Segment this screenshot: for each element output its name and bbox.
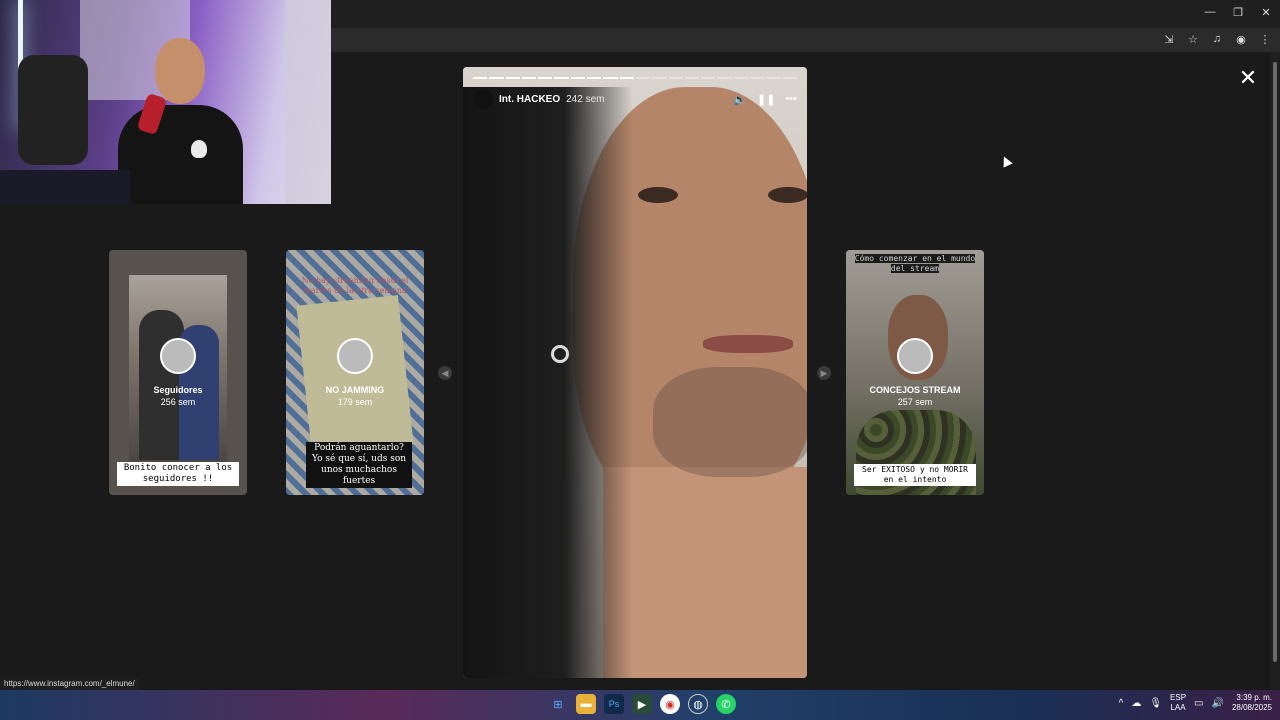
story-card-caption: Ser EXITOSO y no MORIR en el intento bbox=[854, 464, 976, 486]
desk bbox=[0, 170, 130, 204]
story-card-name: Seguidores bbox=[153, 385, 203, 395]
taskbar-clock[interactable]: 3:39 p. m. 28/08/2025 bbox=[1232, 693, 1272, 713]
progress-segment bbox=[570, 77, 586, 79]
story-card-age: 256 sem bbox=[160, 397, 196, 407]
person-beard bbox=[653, 367, 807, 477]
system-tray: ^ ☁ 🎙 ESP LAA ▭ 🔊 3:39 p. m. 28/08/2025 bbox=[1119, 693, 1272, 713]
person-hair bbox=[463, 87, 633, 678]
person-neck bbox=[603, 467, 807, 678]
progress-segment bbox=[635, 77, 651, 79]
close-stories-button[interactable]: ✕ bbox=[1236, 66, 1260, 90]
person-eye bbox=[638, 187, 678, 203]
progress-segment bbox=[554, 77, 569, 79]
pause-icon[interactable]: ❚❚ bbox=[757, 93, 775, 106]
progress-segment bbox=[733, 77, 749, 79]
story-card-no-jamming[interactable]: No hay streaming hasta el martes de la o… bbox=[286, 250, 424, 495]
scrollbar-thumb[interactable] bbox=[1273, 62, 1277, 662]
story-avatar bbox=[897, 338, 933, 374]
story-card-name: NO JAMMING bbox=[325, 385, 385, 395]
obs-icon[interactable]: ◍ bbox=[688, 694, 708, 714]
progress-segment bbox=[782, 77, 797, 79]
more-options-icon[interactable]: ••• bbox=[785, 93, 797, 105]
progress-segment bbox=[684, 77, 700, 79]
progress-segment bbox=[619, 77, 634, 79]
earring bbox=[551, 345, 569, 363]
address-bar[interactable] bbox=[330, 30, 1150, 50]
next-story-arrow[interactable]: ▶ bbox=[817, 366, 831, 380]
person-mouth bbox=[703, 335, 793, 353]
toolbar-icons: ⇲ ☆ ♫ ◉ ⋮ bbox=[1160, 30, 1274, 48]
story-card-concejos-stream[interactable]: Cómo comenzar en el mundo del stream CON… bbox=[846, 250, 984, 495]
progress-segment bbox=[521, 77, 537, 79]
active-story[interactable]: Int. HACKEO 242 sem 🔈 ❚❚ ••• bbox=[463, 67, 807, 678]
profile-icon[interactable]: ◉ bbox=[1232, 30, 1250, 48]
windows-start-icon[interactable]: ⊞ bbox=[548, 694, 568, 714]
story-author-avatar[interactable] bbox=[473, 89, 493, 109]
story-card-caption: Podrán aguantarlo? Yo sé que sí, uds son… bbox=[306, 442, 412, 488]
story-avatar bbox=[337, 338, 373, 374]
windows-taskbar: ⊞ ▬ Ps ▶ ◉ ◍ ✆ ^ ☁ 🎙 ESP LAA ▭ 🔊 3:39 p.… bbox=[0, 690, 1280, 720]
progress-segment bbox=[489, 77, 504, 79]
story-card-caption: Bonito conocer a los seguidores !! bbox=[117, 462, 239, 486]
streamer-head bbox=[155, 38, 205, 104]
menu-icon[interactable]: ⋮ bbox=[1256, 30, 1274, 48]
progress-segment bbox=[505, 77, 520, 79]
story-time: 242 sem bbox=[566, 93, 605, 105]
gaming-chair bbox=[18, 55, 88, 165]
close-window-button[interactable]: ✕ bbox=[1252, 0, 1280, 24]
progress-segment bbox=[473, 77, 488, 79]
skull-print bbox=[191, 140, 207, 158]
story-card-age: 179 sem bbox=[337, 397, 373, 407]
photoshop-icon[interactable]: Ps bbox=[604, 694, 624, 714]
network-icon[interactable]: ▭ bbox=[1194, 698, 1203, 709]
progress-segment bbox=[652, 77, 667, 79]
story-card-name: CONCEJOS STREAM bbox=[869, 385, 961, 395]
file-explorer-icon[interactable]: ▬ bbox=[576, 694, 596, 714]
story-progress-bar bbox=[473, 77, 797, 80]
link-status-url: https://www.instagram.com/_elmune/ bbox=[0, 678, 139, 690]
story-controls: 🔈 ❚❚ ••• bbox=[733, 93, 797, 106]
progress-segment bbox=[603, 77, 618, 79]
taskbar-apps: ⊞ ▬ Ps ▶ ◉ ◍ ✆ bbox=[548, 694, 736, 714]
volume-icon[interactable]: 🔈 bbox=[733, 93, 747, 106]
whatsapp-icon[interactable]: ✆ bbox=[716, 694, 736, 714]
progress-segment bbox=[766, 77, 781, 79]
previous-story-arrow[interactable]: ◀ bbox=[438, 366, 452, 380]
person-eye bbox=[768, 187, 807, 203]
shelf-right bbox=[285, 0, 331, 204]
speaker-icon[interactable]: 🔊 bbox=[1212, 698, 1224, 709]
progress-segment bbox=[750, 77, 765, 79]
cloud-icon[interactable]: ☁ bbox=[1131, 698, 1141, 709]
progress-segment bbox=[701, 77, 716, 79]
story-card-age: 257 sem bbox=[897, 397, 933, 407]
page-scrollbar[interactable] bbox=[1270, 52, 1280, 690]
story-card-seguidores[interactable]: Seguidores 256 sem Bonito conocer a los … bbox=[109, 250, 247, 495]
star-icon[interactable]: ☆ bbox=[1184, 30, 1202, 48]
language-indicator[interactable]: ESP LAA bbox=[1170, 693, 1186, 713]
minimize-button[interactable]: — bbox=[1196, 0, 1224, 24]
story-header: Int. HACKEO 242 sem 🔈 ❚❚ ••• bbox=[473, 89, 797, 109]
chevron-up-icon[interactable]: ^ bbox=[1119, 698, 1124, 709]
media-icon[interactable]: ♫ bbox=[1208, 30, 1226, 48]
install-icon[interactable]: ⇲ bbox=[1160, 30, 1178, 48]
story-author-name[interactable]: Int. HACKEO bbox=[499, 94, 560, 105]
chrome-icon[interactable]: ◉ bbox=[660, 694, 680, 714]
webcam-overlay bbox=[0, 0, 331, 204]
maximize-button[interactable]: ❐ bbox=[1224, 0, 1252, 24]
progress-segment bbox=[538, 77, 553, 79]
streamer-body bbox=[118, 105, 243, 204]
progress-segment bbox=[668, 77, 683, 79]
mic-icon[interactable]: 🎙 bbox=[1149, 698, 1162, 709]
progress-segment bbox=[717, 77, 732, 79]
story-avatar bbox=[160, 338, 196, 374]
window-controls: — ❐ ✕ bbox=[1196, 0, 1280, 28]
progress-segment bbox=[587, 77, 602, 79]
terminal-icon[interactable]: ▶ bbox=[632, 694, 652, 714]
